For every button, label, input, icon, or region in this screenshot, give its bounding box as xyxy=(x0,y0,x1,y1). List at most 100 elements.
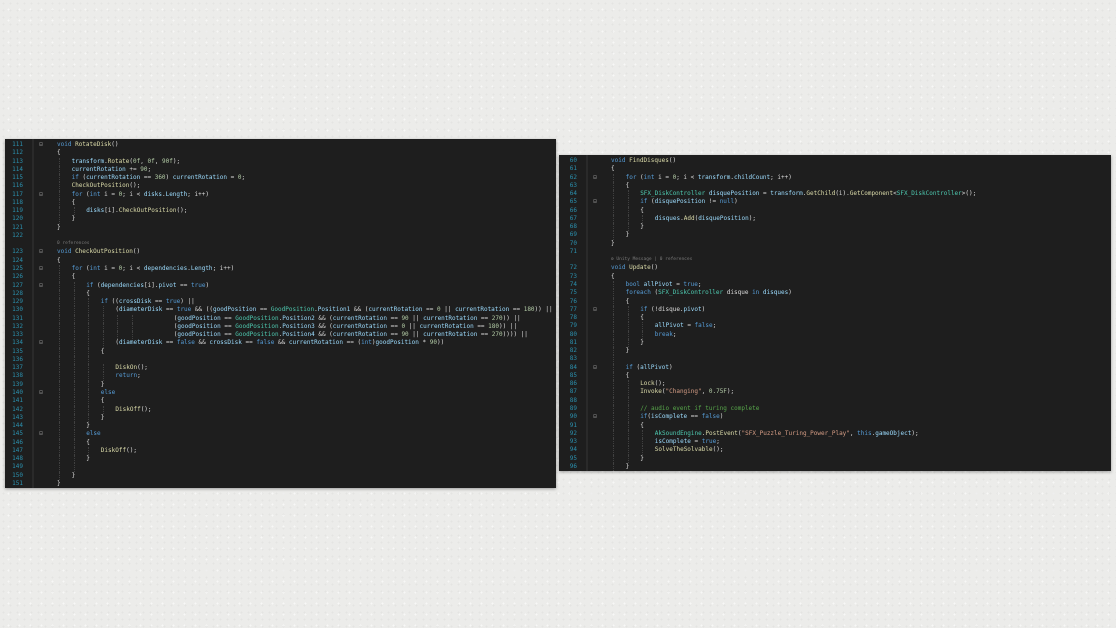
code-text[interactable]: SFX_DiskController disquePosition = tran… xyxy=(640,190,976,198)
code-line[interactable]: 81} xyxy=(559,338,1111,348)
codelens-text[interactable]: 0 references xyxy=(57,240,90,248)
code-text[interactable]: disques.Add(disquePosition); xyxy=(655,215,756,223)
code-text[interactable]: for (int i = 0; i < disks.Length; i++) xyxy=(72,191,209,199)
fold-toggle-icon[interactable]: ⊟ xyxy=(38,191,44,199)
code-line[interactable]: 66 { xyxy=(559,206,1111,215)
code-line[interactable]: 135 { xyxy=(5,347,556,356)
code-line[interactable]: 117 ⊟ for (int i = 0; i < disks.Length; i+… xyxy=(5,190,556,199)
code-text[interactable]: (diameterDisk == false && crossDisk == f… xyxy=(115,339,444,347)
code-text[interactable]: } xyxy=(72,472,76,480)
code-line[interactable]: 150} xyxy=(5,471,556,480)
code-line[interactable]: 83 xyxy=(559,355,1111,364)
code-text[interactable]: foreach (SFX_DiskController disque in di… xyxy=(626,289,792,297)
code-line[interactable]: 62 ⊟ for (int i = 0; i < transform.childCo… xyxy=(559,173,1111,182)
code-text[interactable]: } xyxy=(640,455,644,463)
codelens-text[interactable]: ⚙ Unity Message | 0 references xyxy=(611,256,692,264)
code-line[interactable]: 125 ⊟ for (int i = 0; i < dependencies.Len… xyxy=(5,264,556,274)
code-line[interactable]: 119 disks[i].CheckOutPosition(); xyxy=(5,207,556,216)
fold-toggle-icon[interactable]: ⊟ xyxy=(592,364,598,372)
code-line[interactable]: 144} xyxy=(5,422,556,431)
code-line[interactable]: 146 { xyxy=(5,438,556,447)
code-text[interactable]: { xyxy=(57,149,61,157)
code-line[interactable]: 132 (goodPosition == GoodPosition.Positio… xyxy=(5,322,556,332)
code-text[interactable]: if ((crossDisk == true) || xyxy=(101,298,195,306)
code-text[interactable]: if (allPivot) xyxy=(626,364,673,372)
code-line[interactable]: 124 { xyxy=(5,257,556,265)
code-line[interactable]: 78 { xyxy=(559,314,1111,323)
code-text[interactable]: { xyxy=(626,182,630,190)
code-lines[interactable]: 111 ⊟ void RotateDisk() 112{113 transform.Ro… xyxy=(5,141,556,488)
code-line[interactable]: 95} xyxy=(559,454,1111,463)
code-text[interactable]: (goodPosition == GoodPosition.Position3 … xyxy=(174,323,517,331)
code-line[interactable]: 126 { xyxy=(5,273,556,282)
code-text[interactable]: Lock(); xyxy=(640,380,665,388)
code-text[interactable]: if (disquePosition != null) xyxy=(640,198,738,206)
code-line[interactable]: 84 ⊟ if (allPivot) xyxy=(559,363,1111,372)
code-line[interactable]: 88 xyxy=(559,396,1111,405)
code-line[interactable]: 111 ⊟ void RotateDisk() xyxy=(5,141,556,149)
code-line[interactable]: 61 { xyxy=(559,165,1111,173)
fold-toggle-icon[interactable]: ⊟ xyxy=(38,248,44,256)
code-line[interactable]: 86 Lock(); xyxy=(559,380,1111,389)
code-text[interactable]: bool allPivot = true; xyxy=(626,281,702,289)
code-text[interactable]: void FindDisques() xyxy=(611,157,676,165)
code-line[interactable]: 123 ⊟ void CheckOutPosition() xyxy=(5,248,556,256)
code-text[interactable]: AkSoundEngine.PostEvent("SFX_Puzzle_Turi… xyxy=(655,430,919,438)
code-line[interactable]: 118 { xyxy=(5,198,556,208)
code-line[interactable]: 148} xyxy=(5,455,556,464)
code-line[interactable]: 137 DiskOn(); xyxy=(5,364,556,373)
code-line[interactable]: 134 ⊟ (diameterDisk == false && crossDisk … xyxy=(5,339,556,348)
fold-toggle-icon[interactable]: ⊟ xyxy=(38,339,44,347)
code-line[interactable]: 130 (diameterDisk == true && ((goodPositi… xyxy=(5,306,556,315)
code-line[interactable]: 67 disques.Add(disquePosition); xyxy=(559,214,1111,224)
code-line[interactable]: 77 ⊟ if (!disque.pivot) xyxy=(559,305,1111,315)
code-text[interactable]: DiskOn(); xyxy=(115,364,148,372)
code-text[interactable]: Invoke("Changing", 0.75F); xyxy=(640,388,734,396)
code-text[interactable]: } xyxy=(57,480,61,488)
code-line[interactable]: 73 { xyxy=(559,273,1111,281)
code-text[interactable]: transform.Rotate(0f, 0f, 90f); xyxy=(72,158,180,166)
code-line[interactable]: 116 CheckOutPosition(); xyxy=(5,182,556,191)
code-editor-right[interactable]: 60 void FindDisques() 61{62 ⊟ for (int i = 0… xyxy=(559,155,1111,471)
code-text[interactable]: SolveTheSolvable(); xyxy=(655,446,724,454)
code-line[interactable]: 75 foreach (SFX_DiskController disque in … xyxy=(559,289,1111,298)
code-line[interactable]: 85 { xyxy=(559,371,1111,381)
code-line[interactable]: 89 // audio event if turing complete xyxy=(559,404,1111,414)
code-line[interactable]: 129 if ((crossDisk == true) || xyxy=(5,298,556,307)
code-text[interactable]: { xyxy=(626,372,630,380)
code-line[interactable]: 121} xyxy=(5,224,556,232)
fold-toggle-icon[interactable]: ⊟ xyxy=(38,141,44,149)
codelens-hint[interactable]: ⚙ Unity Message | 0 references xyxy=(559,256,1111,264)
code-text[interactable]: } xyxy=(626,231,630,239)
code-text[interactable]: { xyxy=(72,273,76,281)
fold-toggle-icon[interactable]: ⊟ xyxy=(38,389,44,397)
code-text[interactable]: else xyxy=(101,389,115,397)
code-line[interactable]: 122 xyxy=(5,232,556,240)
code-text[interactable]: { xyxy=(57,257,61,265)
code-text[interactable]: DiskOff(); xyxy=(101,447,137,455)
code-line[interactable]: 151} xyxy=(5,480,556,488)
code-text[interactable]: { xyxy=(611,273,615,281)
code-text[interactable]: } xyxy=(640,223,644,231)
code-line[interactable]: 87 Invoke("Changing", 0.75F); xyxy=(559,388,1111,397)
code-line[interactable]: 149 xyxy=(5,463,556,472)
code-line[interactable]: 70} xyxy=(559,240,1111,248)
code-lines[interactable]: 60 void FindDisques() 61{62 ⊟ for (int i = 0… xyxy=(559,157,1111,471)
code-text[interactable]: { xyxy=(640,207,644,215)
code-text[interactable]: { xyxy=(101,397,105,405)
code-text[interactable]: (goodPosition == GoodPosition.Position2 … xyxy=(174,315,521,323)
fold-toggle-icon[interactable]: ⊟ xyxy=(592,413,598,421)
code-line[interactable]: 145 ⊟ else xyxy=(5,430,556,439)
code-text[interactable]: isComplete = true; xyxy=(655,438,720,446)
code-line[interactable]: 64 SFX_DiskController disquePosition = tr… xyxy=(559,190,1111,199)
code-line[interactable]: 65 ⊟ if (disquePosition != null) xyxy=(559,198,1111,207)
code-line[interactable]: 72 void Update() xyxy=(559,264,1111,272)
code-line[interactable]: 76 { xyxy=(559,297,1111,306)
code-line[interactable]: 133 (goodPosition == GoodPosition.Positio… xyxy=(5,331,556,340)
code-line[interactable]: 96} xyxy=(559,462,1111,471)
code-text[interactable]: void Update() xyxy=(611,264,658,272)
code-line[interactable]: 91 { xyxy=(559,421,1111,430)
code-text[interactable]: { xyxy=(86,439,90,447)
code-text[interactable]: for (int i = 0; i < dependencies.Length;… xyxy=(72,265,235,273)
code-text[interactable]: } xyxy=(86,422,90,430)
